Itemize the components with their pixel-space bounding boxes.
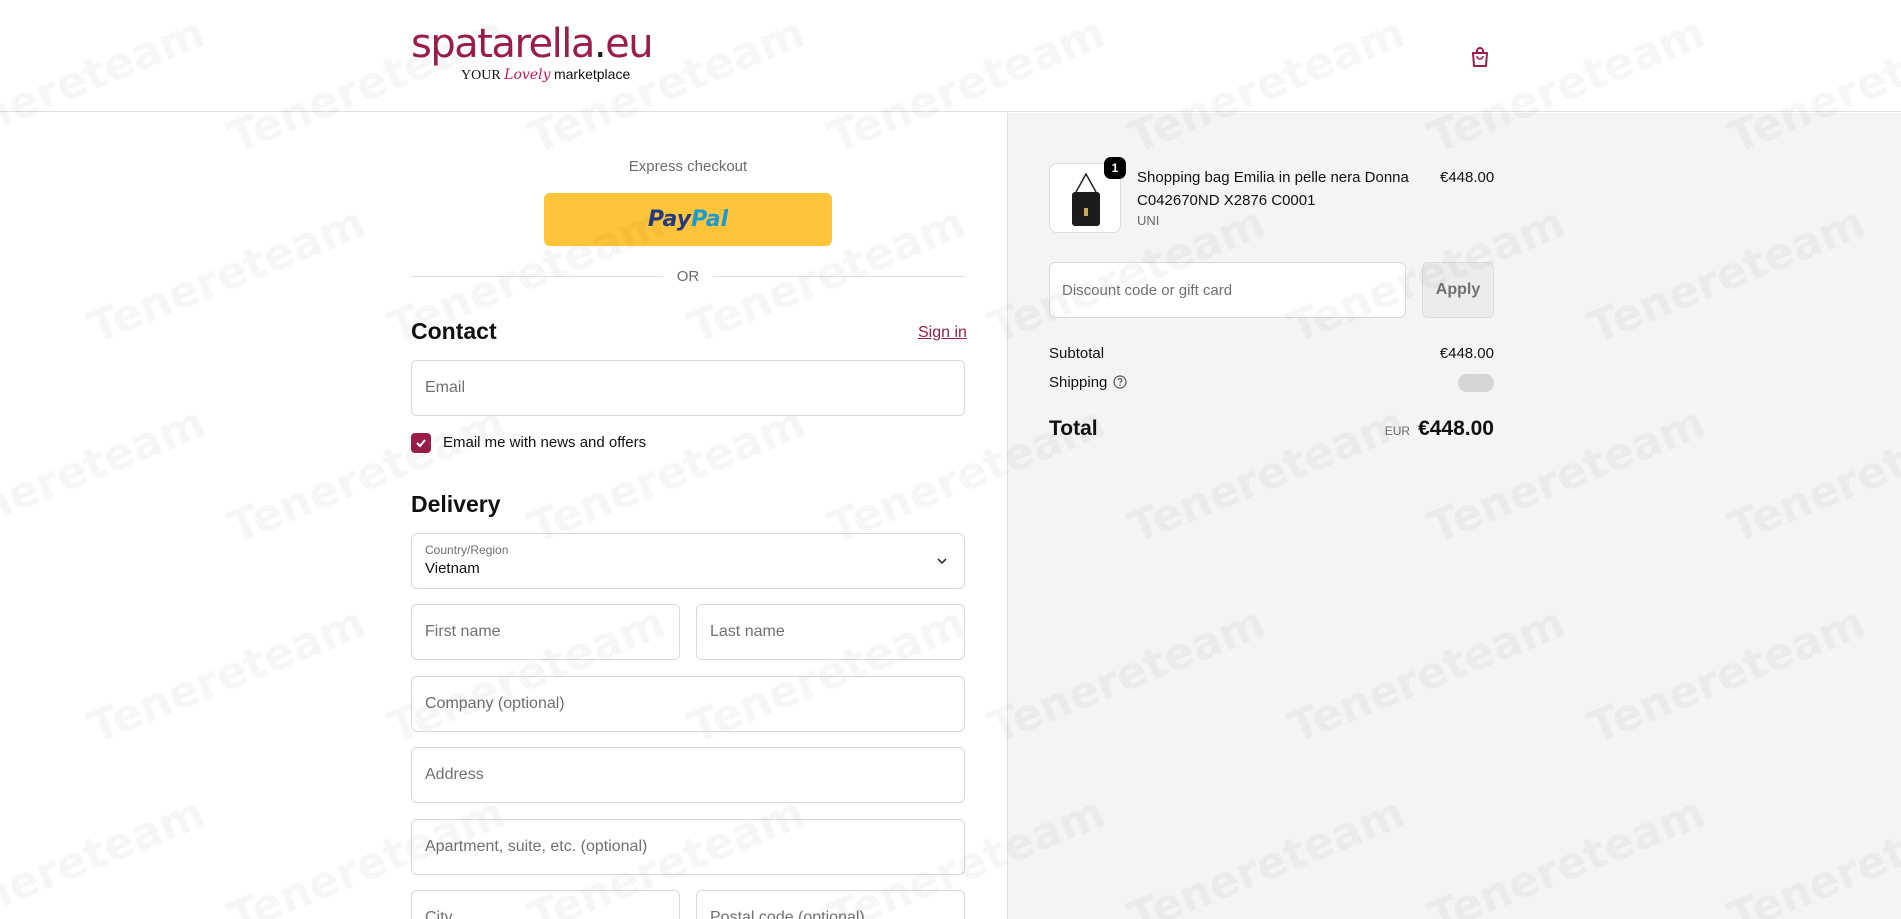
product-variant: UNI xyxy=(1137,213,1160,228)
total-amount: EUR €448.00 xyxy=(1385,417,1494,441)
logo-wordmark: spatarella.eu xyxy=(411,22,681,66)
company-field[interactable] xyxy=(411,676,965,732)
express-checkout-label: Express checkout xyxy=(628,158,748,175)
logo-tld: eu xyxy=(605,21,653,67)
newsletter-label: Email me with news and offers xyxy=(443,434,647,451)
delivery-title: Delivery xyxy=(411,491,501,517)
shipping-loading-indicator xyxy=(1458,374,1494,392)
paypal-pay-text: Pay xyxy=(647,207,692,232)
store-logo[interactable]: spatarella.eu YOUR Lovely marketplace xyxy=(411,22,681,88)
tagline-lovely: Lovely xyxy=(504,67,551,83)
subtotal-row: Subtotal €448.00 xyxy=(1049,345,1494,362)
or-divider: OR xyxy=(411,266,965,286)
tagline-marketplace: marketplace xyxy=(553,66,631,82)
chevron-down-icon xyxy=(937,558,947,565)
discount-code-input[interactable] xyxy=(1049,262,1406,318)
product-price: €448.00 xyxy=(1440,169,1495,186)
apartment-field[interactable] xyxy=(411,819,965,875)
logo-dot: . xyxy=(593,21,607,67)
product-name: Shopping bag Emilia in pelle nera Donna … xyxy=(1137,169,1409,209)
logo-name: spatarella xyxy=(411,21,595,67)
tagline-your: YOUR xyxy=(461,68,501,83)
order-summary-panel xyxy=(1007,113,1901,919)
last-name-field[interactable] xyxy=(696,604,965,660)
country-select[interactable]: Country/Region Vietnam xyxy=(411,533,965,589)
divider-line-right xyxy=(713,275,965,277)
email-field[interactable] xyxy=(411,360,965,416)
paypal-pal-text: Pal xyxy=(691,207,729,232)
newsletter-checkbox[interactable] xyxy=(411,433,431,453)
address-field[interactable] xyxy=(411,747,965,803)
total-currency: EUR xyxy=(1384,424,1411,438)
shopping-bag-icon[interactable] xyxy=(1467,44,1493,70)
shipping-label: Shipping xyxy=(1049,374,1108,391)
total-value: €448.00 xyxy=(1418,417,1494,440)
checkout-form-panel: Express checkout Pay Pal OR Contact Sign … xyxy=(0,113,1007,919)
country-label: Country/Region xyxy=(425,543,509,557)
subtotal-label: Subtotal xyxy=(1049,345,1105,362)
divider-line-left xyxy=(411,275,663,277)
postal-code-field[interactable] xyxy=(696,890,965,919)
checkmark-icon xyxy=(416,439,426,448)
country-value: Vietnam xyxy=(425,560,480,577)
logo-tagline: YOUR Lovely marketplace xyxy=(461,66,630,84)
first-name-field[interactable] xyxy=(411,604,680,660)
sign-in-link[interactable]: Sign in xyxy=(918,324,967,342)
product-thumbnail: 1 xyxy=(1049,157,1126,233)
site-header: spatarella.eu YOUR Lovely marketplace xyxy=(0,0,1901,112)
quantity-badge: 1 xyxy=(1104,157,1126,179)
or-text: OR xyxy=(676,267,700,285)
paypal-button[interactable]: Pay Pal xyxy=(544,193,832,246)
apply-discount-button[interactable]: Apply xyxy=(1422,262,1494,318)
total-label: Total xyxy=(1049,417,1098,440)
contact-title: Contact xyxy=(411,318,497,344)
total-row: Total EUR €448.00 xyxy=(1049,417,1494,441)
subtotal-value: €448.00 xyxy=(1439,345,1494,362)
help-icon[interactable] xyxy=(1113,375,1127,389)
shipping-row: Shipping xyxy=(1049,374,1494,392)
city-field[interactable] xyxy=(411,890,680,919)
